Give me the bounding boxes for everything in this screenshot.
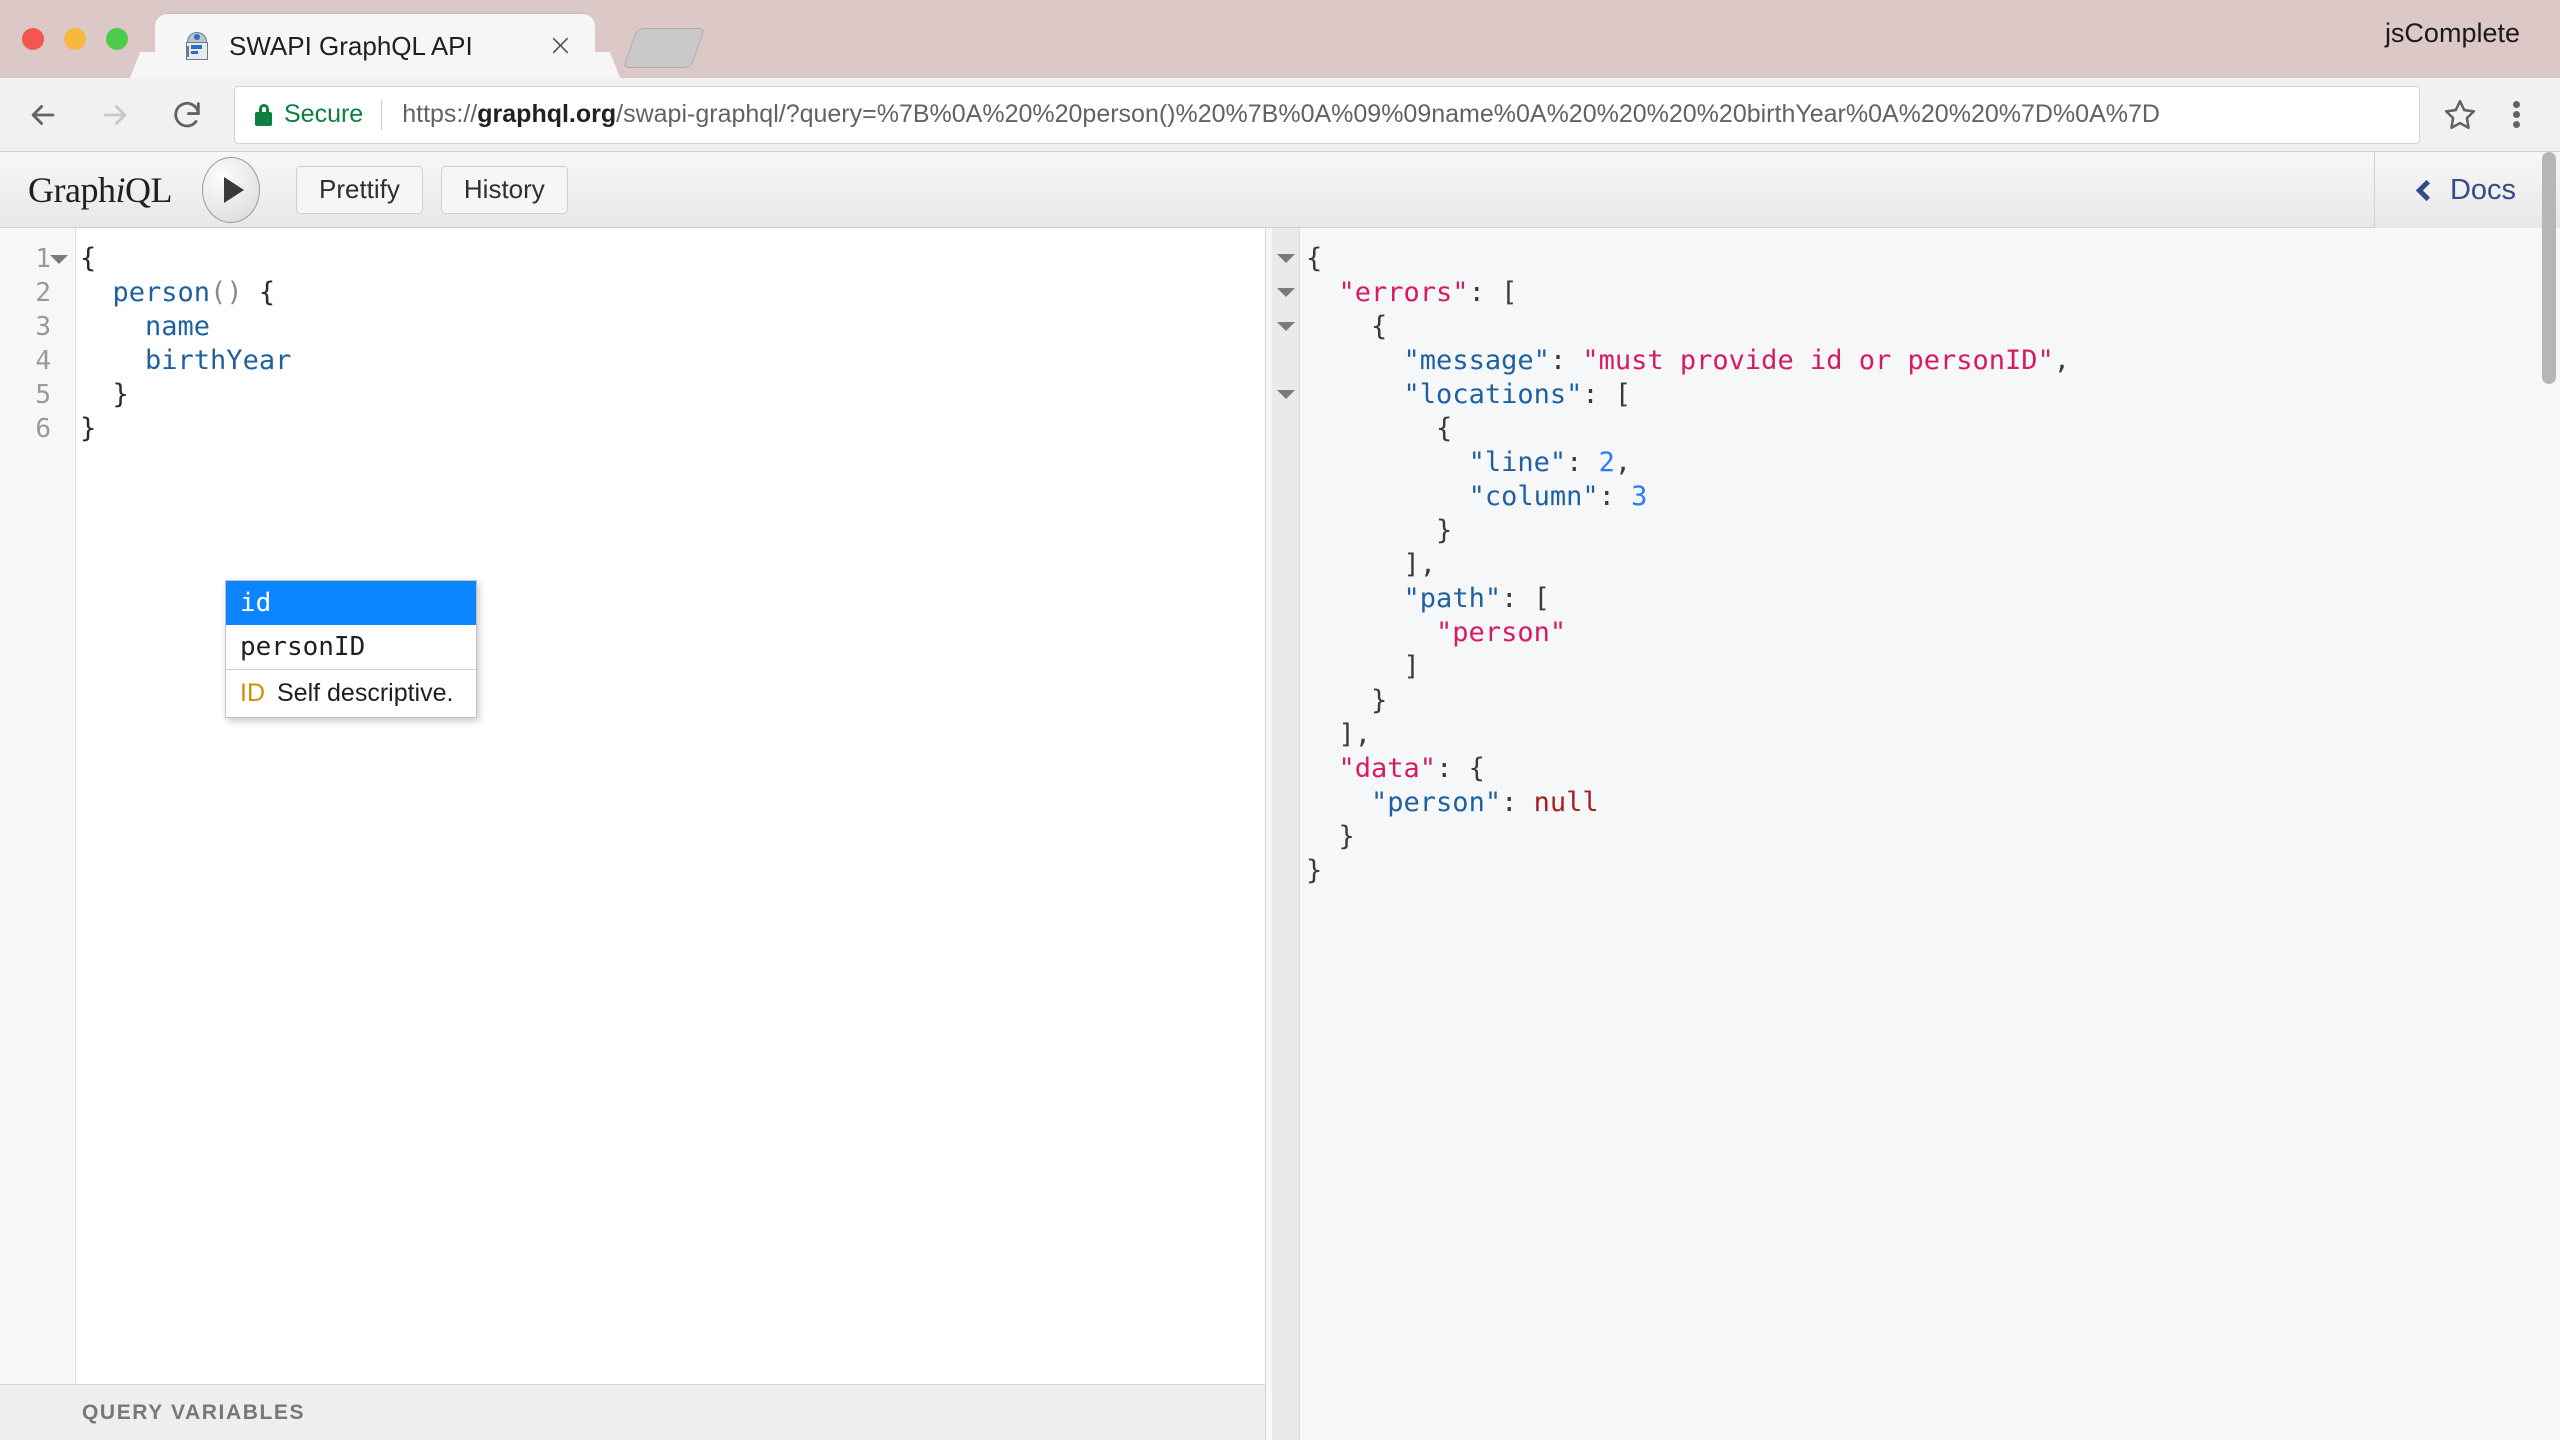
line-number: 2 [35, 278, 51, 308]
query-variables-label: QUERY VARIABLES [82, 1400, 306, 1424]
play-icon [223, 176, 244, 203]
brand-watermark: jsComplete [2384, 18, 2520, 48]
graphiql-logo: GraphiQL [28, 169, 172, 211]
close-tab-icon[interactable]: × [526, 31, 595, 61]
new-tab-button[interactable] [622, 28, 706, 68]
maximize-window-button[interactable] [106, 28, 128, 50]
forward-arrow-icon [86, 86, 144, 144]
bookmark-star-icon[interactable] [2432, 87, 2488, 143]
graphiql-toolbar: GraphiQL Prettify History Docs [0, 152, 2560, 228]
query-code-text[interactable]: { person() { name birthYear } } [80, 228, 291, 446]
result-fold-gutter [1272, 228, 1300, 1440]
fold-arrow-icon[interactable] [1277, 322, 1295, 331]
docs-label: Docs [2449, 173, 2517, 206]
secure-label: Secure [284, 100, 364, 128]
browser-toolbar: Secure https://graphql.org/swapi-graphql… [0, 78, 2560, 152]
query-variables-bar[interactable]: QUERY VARIABLES [0, 1384, 1265, 1440]
query-editor[interactable]: 1 2 3 4 5 6 { person() { name birthYear … [0, 228, 1265, 1384]
url-host: graphql.org [477, 100, 617, 128]
graphiql-main: 1 2 3 4 5 6 { person() { name birthYear … [0, 228, 2560, 1440]
result-json-text: { "errors": [ { "message": "must provide… [1306, 243, 2071, 886]
autocomplete-item-id[interactable]: id [226, 581, 476, 625]
window-traffic-lights [22, 28, 128, 50]
result-pane: { "errors": [ { "message": "must provide… [1266, 228, 2560, 1440]
url-scheme: https:// [402, 100, 478, 128]
tab-strip: SWAPI GraphQL API × jsComplete [0, 0, 2560, 78]
prettify-button[interactable]: Prettify [295, 165, 423, 214]
url-path: /swapi-graphql/?query=%7B%0A%20%20person… [616, 100, 2160, 128]
autocomplete-type-tag: ID [240, 679, 265, 707]
browser-menu-icon[interactable] [2488, 87, 2544, 143]
back-arrow-icon[interactable] [14, 86, 72, 144]
autocomplete-item-personid[interactable]: personID [226, 625, 476, 669]
fold-arrow-icon[interactable] [50, 255, 68, 264]
page-scrollbar[interactable] [2540, 148, 2558, 1438]
r2d2-icon [183, 32, 211, 60]
lock-icon [255, 103, 272, 126]
close-window-button[interactable] [22, 28, 44, 50]
scrollbar-thumb[interactable] [2542, 152, 2556, 384]
reload-icon[interactable] [158, 86, 216, 144]
browser-tab-swapi-graphql-api[interactable]: SWAPI GraphQL API × [155, 14, 595, 78]
line-number: 1 [35, 244, 51, 274]
query-line-number-gutter: 1 2 3 4 5 6 [0, 228, 76, 1384]
minimize-window-button[interactable] [64, 28, 86, 50]
autocomplete-description: Self descriptive. [277, 679, 454, 707]
autocomplete-info: ID Self descriptive. [226, 669, 476, 717]
autocomplete-popup[interactable]: id personID ID Self descriptive. [225, 580, 477, 718]
logo-italic-i: i [115, 169, 125, 210]
line-number: 5 [35, 380, 51, 410]
line-number: 4 [35, 346, 51, 376]
omnibox-divider [381, 99, 383, 130]
url-text: https://graphql.org/swapi-graphql/?query… [402, 100, 2399, 129]
line-number: 6 [35, 414, 51, 444]
line-number: 3 [35, 312, 51, 342]
query-pane: 1 2 3 4 5 6 { person() { name birthYear … [0, 228, 1266, 1440]
history-button[interactable]: History [440, 165, 568, 214]
fold-arrow-icon[interactable] [1277, 254, 1295, 263]
browser-window: SWAPI GraphQL API × jsComplete Secure ht… [0, 0, 2560, 1440]
fold-arrow-icon[interactable] [1277, 390, 1295, 399]
chevron-left-icon [2415, 179, 2438, 201]
address-bar[interactable]: Secure https://graphql.org/swapi-graphql… [234, 85, 2420, 144]
fold-arrow-icon[interactable] [1277, 288, 1295, 297]
logo-prefix: Graph [28, 169, 116, 210]
logo-suffix: QL [124, 169, 173, 210]
tab-title: SWAPI GraphQL API [229, 30, 473, 61]
docs-button[interactable]: Docs [2374, 152, 2560, 228]
execute-query-button[interactable] [201, 156, 260, 223]
